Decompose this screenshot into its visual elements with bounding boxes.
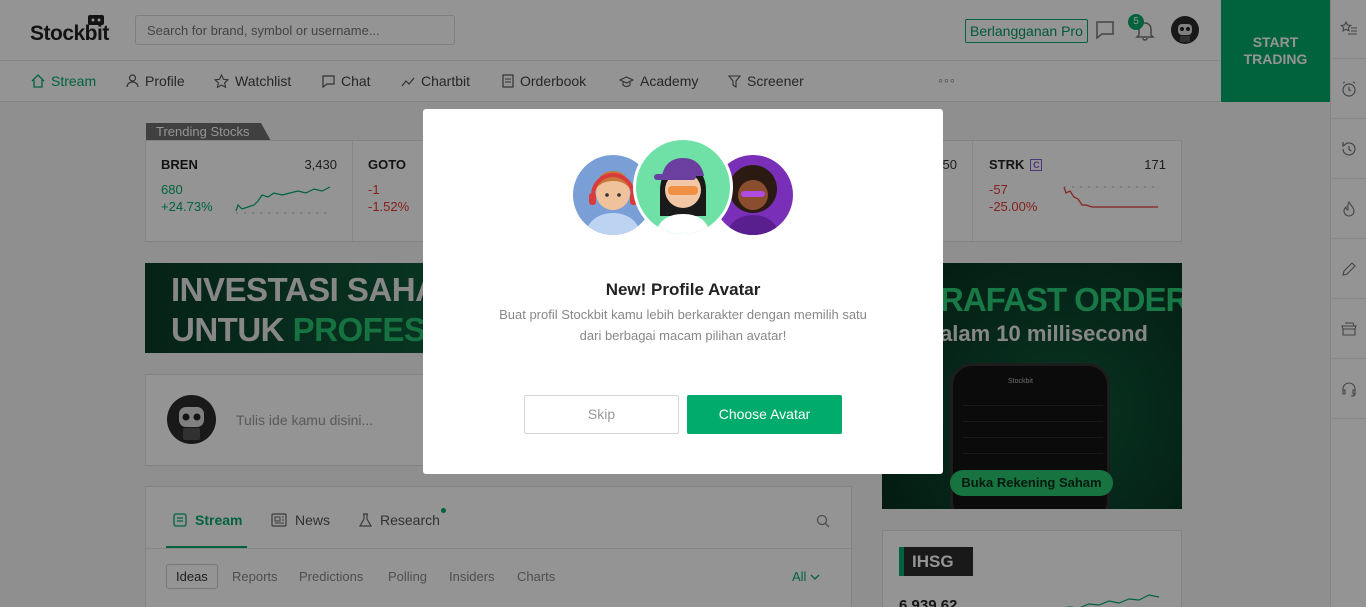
choose-avatar-button[interactable]: Choose Avatar: [687, 395, 842, 434]
modal-title: New! Profile Avatar: [605, 280, 761, 299]
avatar-illustration: [573, 137, 793, 237]
profile-avatar-modal: New! Profile Avatar Buat profil Stockbit…: [423, 109, 943, 474]
modal-description: Buat profil Stockbit kamu lebih berkarak…: [499, 307, 867, 343]
avatar-girl-cap-illustration: [633, 137, 733, 237]
skip-button[interactable]: Skip: [524, 395, 679, 434]
